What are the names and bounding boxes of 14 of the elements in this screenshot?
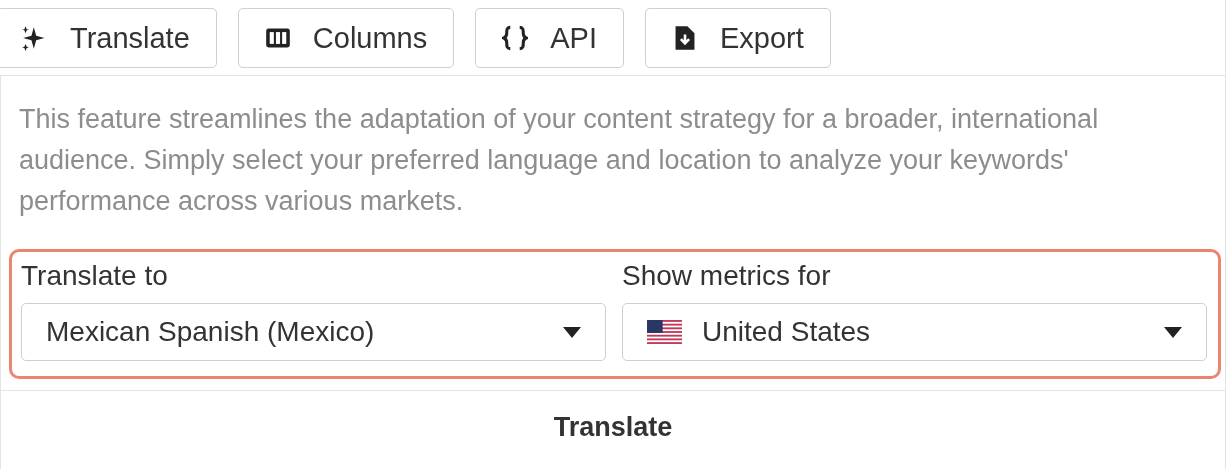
caret-icon	[563, 326, 581, 338]
translate-button[interactable]: Translate	[553, 412, 673, 443]
description-text: This feature streamlines the adaptation of your content strategy for a broader, international audience. Simply select your preferred language and location to analyze your keywords' performance across various markets.	[18, 103, 1100, 218]
field-label: Translate to	[21, 260, 169, 292]
dropdown-field[interactable]: Mexican Spanish (Mexico)	[21, 303, 606, 361]
caret-icon	[1164, 326, 1182, 338]
toolbar-button[interactable]: Export	[645, 8, 831, 68]
toolbar-button[interactable]: Columns	[237, 8, 455, 68]
toolbar-button[interactable]: API	[475, 8, 624, 68]
dropdown-field[interactable]: United States	[622, 303, 1207, 361]
braces-icon	[502, 25, 529, 51]
toolbar-button[interactable]: Translate	[0, 8, 217, 68]
flag-icon	[647, 320, 682, 344]
field-label: Show metrics for	[622, 260, 832, 292]
